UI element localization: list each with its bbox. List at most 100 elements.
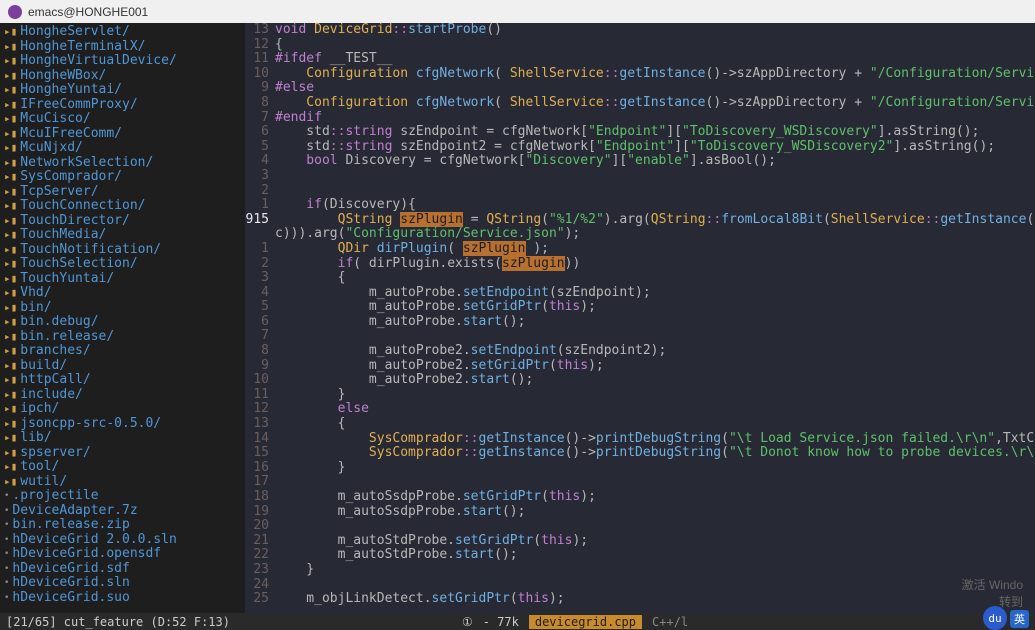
- tree-item-label: lib/: [20, 431, 51, 446]
- tree-file-item[interactable]: •hDeviceGrid 2.0.0.sln: [0, 533, 245, 548]
- file-icon: •: [4, 489, 9, 504]
- tree-item-label: hDeviceGrid.opensdf: [12, 547, 161, 562]
- folder-icon: ▸▮: [4, 417, 17, 432]
- tree-dir-item[interactable]: ▸▮HongheVirtualDevice/: [0, 54, 245, 69]
- folder-icon: ▸▮: [4, 127, 17, 142]
- tree-item-label: McuIFreeComm/: [20, 127, 122, 142]
- tree-file-item[interactable]: •hDeviceGrid.sdf: [0, 562, 245, 577]
- tree-dir-item[interactable]: ▸▮McuCisco/: [0, 112, 245, 127]
- tree-dir-item[interactable]: ▸▮TouchSelection/: [0, 257, 245, 272]
- status-filename: devicegrid.cpp: [529, 615, 642, 629]
- file-icon: •: [4, 547, 9, 562]
- tree-item-label: HongheServlet/: [20, 25, 130, 40]
- tree-dir-item[interactable]: ▸▮build/: [0, 359, 245, 374]
- tree-file-item[interactable]: •hDeviceGrid.sln: [0, 576, 245, 591]
- folder-icon: ▸▮: [4, 257, 17, 272]
- tree-dir-item[interactable]: ▸▮include/: [0, 388, 245, 403]
- tree-item-label: hDeviceGrid 2.0.0.sln: [12, 533, 176, 548]
- folder-icon: ▸▮: [4, 301, 17, 316]
- tree-item-label: TouchMedia/: [20, 228, 106, 243]
- tree-dir-item[interactable]: ▸▮TouchNotification/: [0, 243, 245, 258]
- tree-item-label: McuCisco/: [20, 112, 90, 127]
- tree-dir-item[interactable]: ▸▮TcpServer/: [0, 185, 245, 200]
- folder-icon: ▸▮: [4, 359, 17, 374]
- code-content[interactable]: void DeviceGrid::startProbe() { #ifdef _…: [275, 23, 1035, 607]
- tree-dir-item[interactable]: ▸▮Vhd/: [0, 286, 245, 301]
- tree-item-label: include/: [20, 388, 83, 403]
- tree-dir-item[interactable]: ▸▮IFreeCommProxy/: [0, 98, 245, 113]
- status-file-size: - 77k: [483, 615, 519, 629]
- tree-dir-item[interactable]: ▸▮NetworkSelection/: [0, 156, 245, 171]
- tree-item-label: HongheWBox/: [20, 69, 106, 84]
- tree-item-label: jsoncpp-src-0.5.0/: [20, 417, 161, 432]
- tree-item-label: McuNjxd/: [20, 141, 83, 156]
- tree-dir-item[interactable]: ▸▮TouchConnection/: [0, 199, 245, 214]
- tree-dir-item[interactable]: ▸▮HongheYuntai/: [0, 83, 245, 98]
- tree-dir-item[interactable]: ▸▮TouchYuntai/: [0, 272, 245, 287]
- folder-icon: ▸▮: [4, 69, 17, 84]
- tree-dir-item[interactable]: ▸▮McuIFreeComm/: [0, 127, 245, 142]
- ime-language-indicator[interactable]: 英: [1010, 610, 1029, 628]
- tree-dir-item[interactable]: ▸▮branches/: [0, 344, 245, 359]
- tree-dir-item[interactable]: ▸▮wutil/: [0, 475, 245, 490]
- tree-dir-item[interactable]: ▸▮HongheServlet/: [0, 25, 245, 40]
- folder-icon: ▸▮: [4, 83, 17, 98]
- folder-icon: ▸▮: [4, 460, 17, 475]
- tree-item-label: hDeviceGrid.suo: [12, 591, 129, 606]
- folder-icon: ▸▮: [4, 344, 17, 359]
- tree-dir-item[interactable]: ▸▮jsoncpp-src-0.5.0/: [0, 417, 245, 432]
- tree-dir-item[interactable]: ▸▮SysComprador/: [0, 170, 245, 185]
- tree-item-label: TouchDirector/: [20, 214, 130, 229]
- file-icon: •: [4, 504, 9, 519]
- tree-dir-item[interactable]: ▸▮httpCall/: [0, 373, 245, 388]
- tree-item-label: branches/: [20, 344, 90, 359]
- folder-icon: ▸▮: [4, 286, 17, 301]
- tree-dir-item[interactable]: ▸▮McuNjxd/: [0, 141, 245, 156]
- folder-icon: ▸▮: [4, 214, 17, 229]
- file-icon: •: [4, 518, 9, 533]
- folder-icon: ▸▮: [4, 185, 17, 200]
- tree-file-item[interactable]: •hDeviceGrid.suo: [0, 591, 245, 606]
- folder-icon: ▸▮: [4, 141, 17, 156]
- tree-dir-item[interactable]: ▸▮TouchMedia/: [0, 228, 245, 243]
- tree-dir-item[interactable]: ▸▮TouchDirector/: [0, 214, 245, 229]
- tree-file-item[interactable]: •.projectile: [0, 489, 245, 504]
- folder-icon: ▸▮: [4, 228, 17, 243]
- tree-item-label: .projectile: [12, 489, 98, 504]
- folder-icon: ▸▮: [4, 330, 17, 345]
- tree-dir-item[interactable]: ▸▮HongheTerminalX/: [0, 40, 245, 55]
- tree-dir-item[interactable]: ▸▮tool/: [0, 460, 245, 475]
- code-editor[interactable]: 13121110987654321915 1234567891011121314…: [245, 23, 1035, 613]
- tree-dir-item[interactable]: ▸▮lib/: [0, 431, 245, 446]
- tree-dir-item[interactable]: ▸▮spserver/: [0, 446, 245, 461]
- folder-icon: ▸▮: [4, 272, 17, 287]
- folder-icon: ▸▮: [4, 388, 17, 403]
- window-title: emacs@HONGHE001: [28, 5, 148, 19]
- tree-dir-item[interactable]: ▸▮bin.debug/: [0, 315, 245, 330]
- folder-icon: ▸▮: [4, 112, 17, 127]
- tree-dir-item[interactable]: ▸▮bin.release/: [0, 330, 245, 345]
- tree-item-label: tool/: [20, 460, 59, 475]
- status-modified-indicator: ①: [462, 615, 473, 629]
- tree-item-label: spserver/: [20, 446, 90, 461]
- tree-item-label: httpCall/: [20, 373, 90, 388]
- tree-item-label: SysComprador/: [20, 170, 122, 185]
- status-bar: [21/65] cut_feature (D:52 F:13) ① - 77k …: [0, 613, 1035, 630]
- tree-file-item[interactable]: •bin.release.zip: [0, 518, 245, 533]
- tree-file-item[interactable]: •DeviceAdapter.7z: [0, 504, 245, 519]
- tree-dir-item[interactable]: ▸▮ipch/: [0, 402, 245, 417]
- tree-item-label: bin.release.zip: [12, 518, 129, 533]
- line-number-gutter: 13121110987654321915 1234567891011121314…: [245, 23, 275, 607]
- tree-item-label: bin.debug/: [20, 315, 98, 330]
- folder-icon: ▸▮: [4, 156, 17, 171]
- tree-dir-item[interactable]: ▸▮bin/: [0, 301, 245, 316]
- tree-item-label: build/: [20, 359, 67, 374]
- tree-dir-item[interactable]: ▸▮HongheWBox/: [0, 69, 245, 84]
- tree-item-label: TouchNotification/: [20, 243, 161, 258]
- folder-icon: ▸▮: [4, 25, 17, 40]
- file-tree-sidebar[interactable]: ▸▮HongheServlet/▸▮HongheTerminalX/▸▮Hong…: [0, 23, 245, 613]
- tree-file-item[interactable]: •hDeviceGrid.opensdf: [0, 547, 245, 562]
- tree-item-label: TouchSelection/: [20, 257, 137, 272]
- tree-item-label: hDeviceGrid.sln: [12, 576, 129, 591]
- baidu-ime-icon[interactable]: du: [983, 606, 1007, 630]
